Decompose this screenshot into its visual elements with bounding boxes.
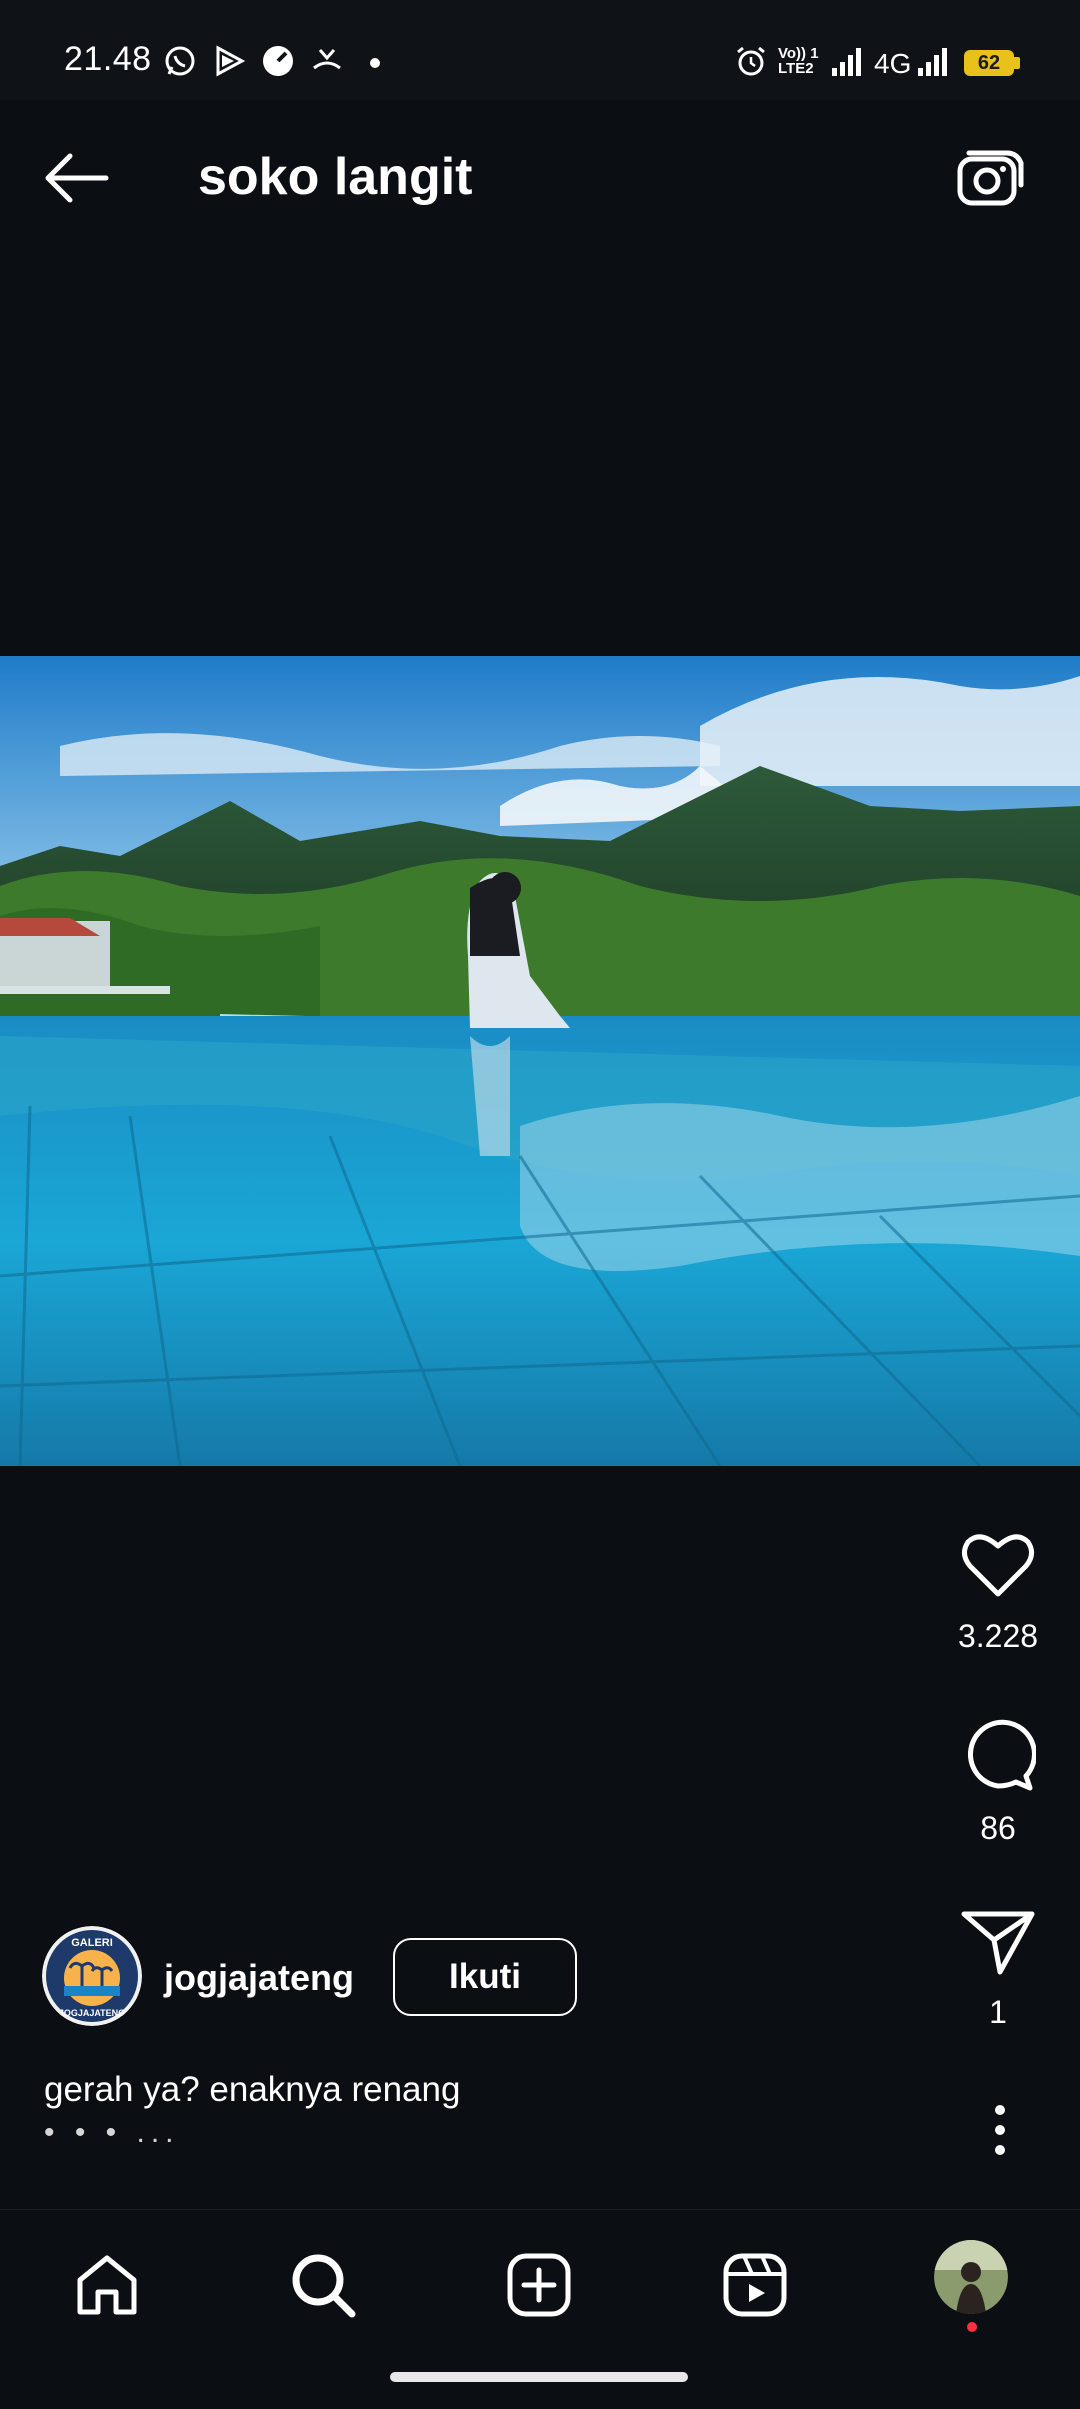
comment-icon (967, 1719, 1036, 1791)
avatar-text-top: GALERI (71, 1937, 113, 1949)
nav-profile[interactable] (934, 2240, 1008, 2314)
notification-dot-icon (370, 58, 380, 68)
network-type: 4G (874, 48, 912, 79)
caption-more[interactable]: • • • ... (44, 2116, 180, 2150)
speed-icon (263, 46, 293, 76)
follow-button[interactable]: Ikuti (393, 1938, 577, 2016)
post-image[interactable] (0, 656, 1080, 1466)
nav-reels[interactable] (710, 2240, 800, 2330)
nav-search[interactable] (278, 2240, 368, 2330)
play-store-icon (216, 45, 246, 77)
author-avatar[interactable]: GALERI JOGJAJATENG (42, 1926, 142, 2026)
signal-icon-1 (832, 48, 861, 76)
battery-tip (1014, 57, 1020, 69)
share-button[interactable]: 1 (950, 1908, 1046, 2031)
page-title: soko langit (198, 148, 473, 206)
back-button[interactable] (40, 145, 116, 211)
whatsapp-icon (165, 46, 195, 76)
volte-label: Vo)) 1 LTE2 (778, 45, 819, 77)
search-icon (292, 2254, 356, 2318)
missed-call-icon (313, 49, 341, 70)
avatar-text-bottom: JOGJAJATENG (59, 2008, 125, 2018)
status-time: 21.48 (64, 40, 152, 78)
profile-avatar-icon (934, 2240, 1008, 2314)
add-post-icon (507, 2253, 571, 2317)
home-indicator[interactable] (390, 2372, 688, 2382)
comment-button[interactable]: 86 (950, 1716, 1046, 1847)
post-caption[interactable]: gerah ya? enaknya renang (44, 2070, 460, 2110)
like-count: 3.228 (957, 1618, 1039, 1654)
share-count: 1 (989, 1994, 1007, 2030)
heart-icon (962, 1534, 1034, 1597)
galeri-logo: GALERI JOGJAJATENG (42, 1926, 142, 2026)
signal-icon-2 (918, 48, 947, 76)
nav-home[interactable] (62, 2240, 152, 2330)
camera-icon[interactable] (955, 145, 1027, 211)
profile-notification-dot (967, 2322, 977, 2332)
comment-count: 86 (980, 1810, 1016, 1846)
alarm-icon (737, 46, 765, 76)
battery-indicator: 62 (964, 50, 1014, 76)
like-button[interactable]: 3.228 (950, 1530, 1046, 1655)
reels-icon (723, 2253, 787, 2317)
send-icon (961, 1911, 1035, 1975)
author-username[interactable]: jogjajateng (164, 1957, 354, 1999)
nav-create[interactable] (494, 2240, 584, 2330)
more-options-icon[interactable] (980, 2100, 1020, 2160)
home-icon (77, 2255, 137, 2315)
